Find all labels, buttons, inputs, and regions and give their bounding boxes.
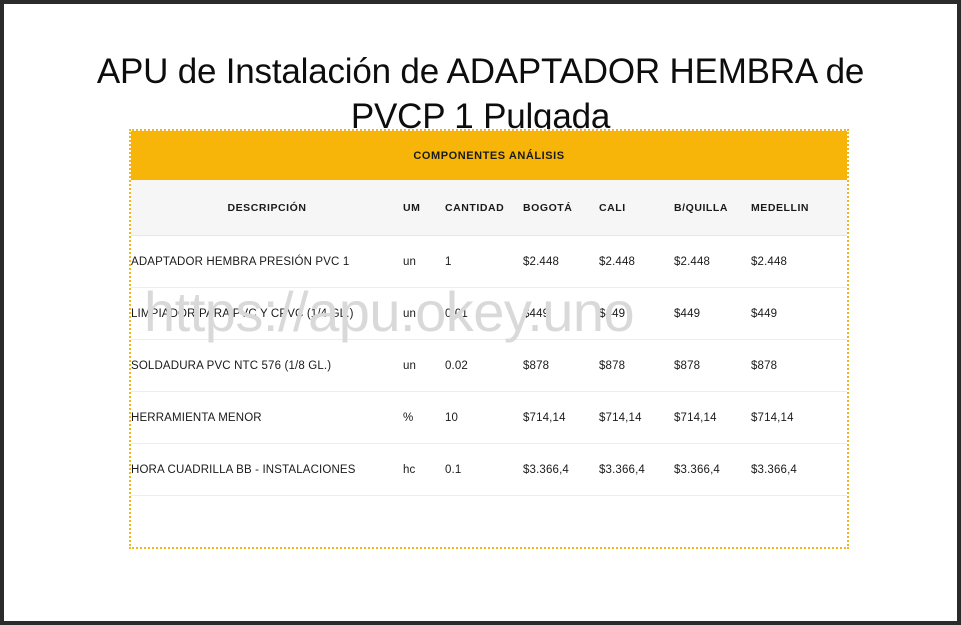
cell-descripcion: ADAPTADOR HEMBRA PRESIÓN PVC 1 — [131, 235, 403, 288]
cell-um: % — [403, 391, 445, 444]
table-column-head: DESCRIPCIÓN UM CANTIDAD BOGOTÁ CALI B/QU… — [131, 180, 848, 236]
cell-cali: $714,14 — [599, 391, 674, 444]
apu-table: COMPONENTES ANÁLISIS DESCRIPCIÓN UM CANT… — [131, 131, 848, 547]
cell-um: un — [403, 287, 445, 340]
cell-bquilla: $2.448 — [674, 235, 751, 288]
table-bottom-spacer-cell — [131, 495, 848, 547]
cell-um: un — [403, 339, 445, 392]
table-row: HERRAMIENTA MENOR % 10 $714,14 $714,14 $… — [131, 391, 848, 444]
cell-bogota: $878 — [523, 339, 599, 392]
cell-medellin: $449 — [751, 287, 848, 340]
cell-descripcion: SOLDADURA PVC NTC 576 (1/8 GL.) — [131, 339, 403, 392]
cell-cantidad: 0.1 — [445, 443, 523, 496]
cell-medellin: $3.366,4 — [751, 443, 848, 496]
table-bottom-spacer — [131, 495, 848, 547]
cell-cali: $878 — [599, 339, 674, 392]
column-header-um: UM — [403, 180, 445, 236]
table-body: ADAPTADOR HEMBRA PRESIÓN PVC 1 un 1 $2.4… — [131, 235, 848, 547]
column-header-descripcion: DESCRIPCIÓN — [131, 180, 403, 236]
table-row: ADAPTADOR HEMBRA PRESIÓN PVC 1 un 1 $2.4… — [131, 235, 848, 288]
cell-bogota: $449 — [523, 287, 599, 340]
cell-bogota: $3.366,4 — [523, 443, 599, 496]
apu-table-container: COMPONENTES ANÁLISIS DESCRIPCIÓN UM CANT… — [129, 129, 849, 549]
cell-cali: $449 — [599, 287, 674, 340]
cell-bogota: $2.448 — [523, 235, 599, 288]
table-row: SOLDADURA PVC NTC 576 (1/8 GL.) un 0.02 … — [131, 339, 848, 392]
table-row: HORA CUADRILLA BB - INSTALACIONES hc 0.1… — [131, 443, 848, 496]
cell-um: un — [403, 235, 445, 288]
cell-bquilla: $878 — [674, 339, 751, 392]
column-header-bogota: BOGOTÁ — [523, 180, 599, 236]
cell-cantidad: 0.01 — [445, 287, 523, 340]
cell-cantidad: 10 — [445, 391, 523, 444]
column-header-medellin: MEDELLIN — [751, 180, 848, 236]
cell-descripcion: LIMPIADOR PARA PVC Y CPVC (1/4 GL.) — [131, 287, 403, 340]
column-header-cantidad: CANTIDAD — [445, 180, 523, 236]
table-banner-row: COMPONENTES ANÁLISIS — [131, 131, 848, 180]
cell-medellin: $2.448 — [751, 235, 848, 288]
cell-medellin: $714,14 — [751, 391, 848, 444]
cell-bogota: $714,14 — [523, 391, 599, 444]
cell-medellin: $878 — [751, 339, 848, 392]
table-header-row: DESCRIPCIÓN UM CANTIDAD BOGOTÁ CALI B/QU… — [131, 180, 848, 236]
cell-cantidad: 1 — [445, 235, 523, 288]
cell-descripcion: HORA CUADRILLA BB - INSTALACIONES — [131, 443, 403, 496]
cell-bquilla: $714,14 — [674, 391, 751, 444]
cell-descripcion: HERRAMIENTA MENOR — [131, 391, 403, 444]
table-row: LIMPIADOR PARA PVC Y CPVC (1/4 GL.) un 0… — [131, 287, 848, 340]
cell-bquilla: $3.366,4 — [674, 443, 751, 496]
cell-cantidad: 0.02 — [445, 339, 523, 392]
page-title: APU de Instalación de ADAPTADOR HEMBRA d… — [96, 52, 865, 137]
table-banner-head: COMPONENTES ANÁLISIS — [131, 131, 848, 180]
cell-cali: $2.448 — [599, 235, 674, 288]
cell-cali: $3.366,4 — [599, 443, 674, 496]
page-frame: APU de Instalación de ADAPTADOR HEMBRA d… — [0, 0, 961, 625]
column-header-bquilla: B/QUILLA — [674, 180, 751, 236]
cell-um: hc — [403, 443, 445, 496]
page-content: APU de Instalación de ADAPTADOR HEMBRA d… — [4, 4, 957, 621]
cell-bquilla: $449 — [674, 287, 751, 340]
column-header-cali: CALI — [599, 180, 674, 236]
table-banner-title: COMPONENTES ANÁLISIS — [131, 131, 848, 180]
